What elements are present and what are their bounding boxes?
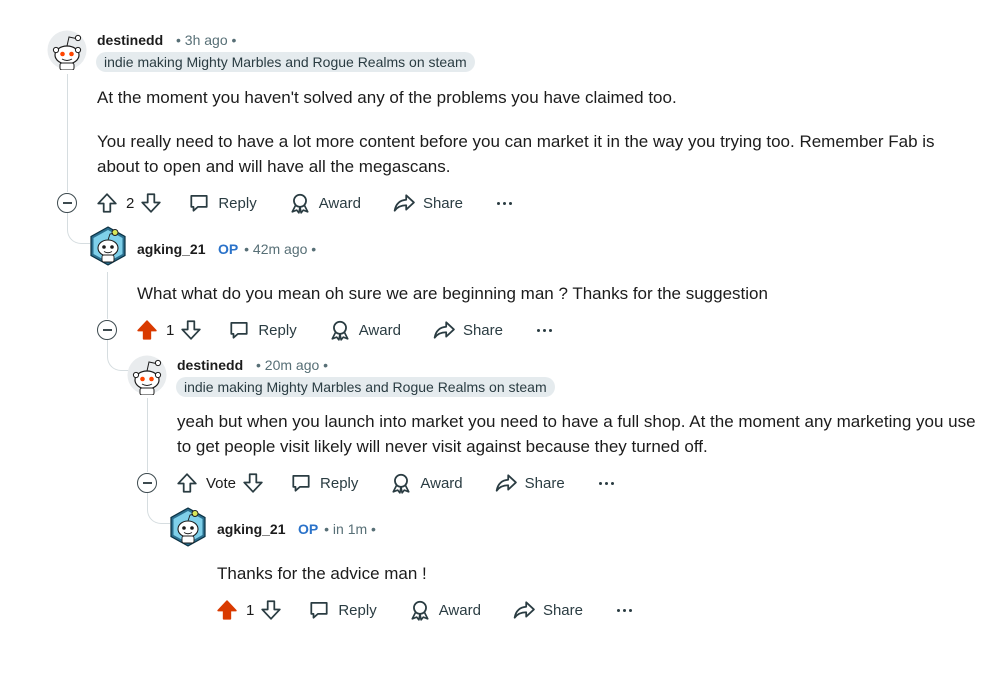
vote-controls: 1 xyxy=(136,319,202,341)
timestamp-text: • in 1m • xyxy=(324,521,376,537)
collapse-minus-icon[interactable] xyxy=(97,320,117,340)
comment-timestamp: • 20m ago • xyxy=(256,357,329,373)
award-label: Award xyxy=(318,194,361,212)
vote-score: 1 xyxy=(166,321,175,339)
comment-paragraph: Thanks for the advice man ! xyxy=(217,564,427,583)
share-button[interactable]: Share xyxy=(495,472,565,494)
comment-actions: 2 Reply Award Share xyxy=(96,187,512,219)
comment-actions: Vote Reply Award Share xyxy=(176,467,614,499)
downvote-arrow-icon[interactable] xyxy=(140,192,162,214)
avatar[interactable] xyxy=(88,226,128,266)
downvote-arrow-icon[interactable] xyxy=(242,472,264,494)
comment-paragraph: yeah but when you launch into market you… xyxy=(177,412,976,456)
comment-actions: 1 Reply Award Share xyxy=(136,314,552,346)
award-button[interactable]: Award xyxy=(329,319,401,341)
share-label: Share xyxy=(524,474,565,492)
reply-button[interactable]: Reply xyxy=(290,472,358,494)
speech-bubble-icon xyxy=(188,192,210,214)
award-ribbon-icon xyxy=(289,192,311,214)
downvote-arrow-icon[interactable] xyxy=(180,319,202,341)
award-label: Award xyxy=(358,321,401,339)
reply-label: Reply xyxy=(218,194,257,212)
user-flair: indie making Mighty Marbles and Rogue Re… xyxy=(96,52,475,72)
upvote-arrow-icon[interactable] xyxy=(216,599,238,621)
comment-paragraph: What what do you mean oh sure we are beg… xyxy=(137,284,768,303)
thread-elbow xyxy=(67,213,90,244)
share-label: Share xyxy=(422,194,463,212)
award-label: Award xyxy=(438,601,481,619)
share-arrow-icon xyxy=(495,472,517,494)
speech-bubble-icon xyxy=(290,472,312,494)
thread-line xyxy=(107,272,108,319)
share-arrow-icon xyxy=(393,192,415,214)
vote-score: 2 xyxy=(126,194,135,212)
award-button[interactable]: Award xyxy=(289,192,361,214)
ellipsis-icon[interactable] xyxy=(616,608,632,612)
comment-paragraph: You really need to have a lot more conte… xyxy=(97,132,935,176)
award-ribbon-icon xyxy=(409,599,431,621)
user-flair: indie making Mighty Marbles and Rogue Re… xyxy=(176,377,555,397)
share-button[interactable]: Share xyxy=(513,599,583,621)
award-button[interactable]: Award xyxy=(390,472,463,494)
reply-button[interactable]: Reply xyxy=(308,599,377,621)
comment-author[interactable]: agking_21 xyxy=(217,521,285,537)
downvote-arrow-icon[interactable] xyxy=(260,599,282,621)
comment-paragraph: At the moment you haven't solved any of … xyxy=(97,88,677,107)
share-button[interactable]: Share xyxy=(393,192,463,214)
share-label: Share xyxy=(542,601,583,619)
vote-controls: Vote xyxy=(176,472,264,494)
comment-author[interactable]: agking_21 xyxy=(137,241,205,257)
share-button[interactable]: Share xyxy=(433,319,503,341)
vote-score: 1 xyxy=(246,601,255,619)
comment-actions: 1 Reply Award Share xyxy=(216,594,632,626)
comment-body: Thanks for the advice man ! xyxy=(217,561,977,586)
avatar[interactable] xyxy=(168,507,208,547)
award-ribbon-icon xyxy=(329,319,351,341)
upvote-arrow-icon[interactable] xyxy=(96,192,118,214)
comment-author[interactable]: destinedd xyxy=(97,32,163,48)
speech-bubble-icon xyxy=(228,319,250,341)
comment-timestamp: OP • in 1m • xyxy=(298,521,376,537)
vote-controls: 1 xyxy=(216,599,282,621)
comment-timestamp: OP • 42m ago • xyxy=(218,241,316,257)
share-arrow-icon xyxy=(433,319,455,341)
op-badge: OP xyxy=(218,241,239,257)
timestamp-text: • 42m ago • xyxy=(244,241,317,257)
ellipsis-icon[interactable] xyxy=(496,201,512,205)
award-ribbon-icon xyxy=(390,472,412,494)
thread-line xyxy=(67,74,68,192)
avatar[interactable] xyxy=(127,355,167,395)
ellipsis-icon[interactable] xyxy=(598,481,614,485)
collapse-minus-icon[interactable] xyxy=(57,193,77,213)
ellipsis-icon[interactable] xyxy=(536,328,552,332)
speech-bubble-icon xyxy=(308,599,330,621)
share-arrow-icon xyxy=(513,599,535,621)
comment-author[interactable]: destinedd xyxy=(177,357,243,373)
op-badge: OP xyxy=(298,521,319,537)
comment-body: What what do you mean oh sure we are beg… xyxy=(137,281,977,306)
reply-label: Reply xyxy=(258,321,297,339)
thread-line xyxy=(147,398,148,472)
comment-timestamp: • 3h ago • xyxy=(176,32,237,48)
share-label: Share xyxy=(462,321,503,339)
reply-label: Reply xyxy=(338,601,377,619)
award-label: Award xyxy=(420,474,463,492)
vote-controls: 2 xyxy=(96,192,162,214)
thread-elbow xyxy=(147,493,170,524)
award-button[interactable]: Award xyxy=(409,599,481,621)
avatar[interactable] xyxy=(47,30,87,70)
reply-button[interactable]: Reply xyxy=(188,192,257,214)
upvote-arrow-icon[interactable] xyxy=(136,319,158,341)
collapse-minus-icon[interactable] xyxy=(137,473,157,493)
reply-button[interactable]: Reply xyxy=(228,319,297,341)
reply-label: Reply xyxy=(320,474,359,492)
vote-label: Vote xyxy=(206,474,237,492)
comment-body: At the moment you haven't solved any of … xyxy=(97,85,977,179)
upvote-arrow-icon[interactable] xyxy=(176,472,198,494)
comment-body: yeah but when you launch into market you… xyxy=(177,409,987,459)
